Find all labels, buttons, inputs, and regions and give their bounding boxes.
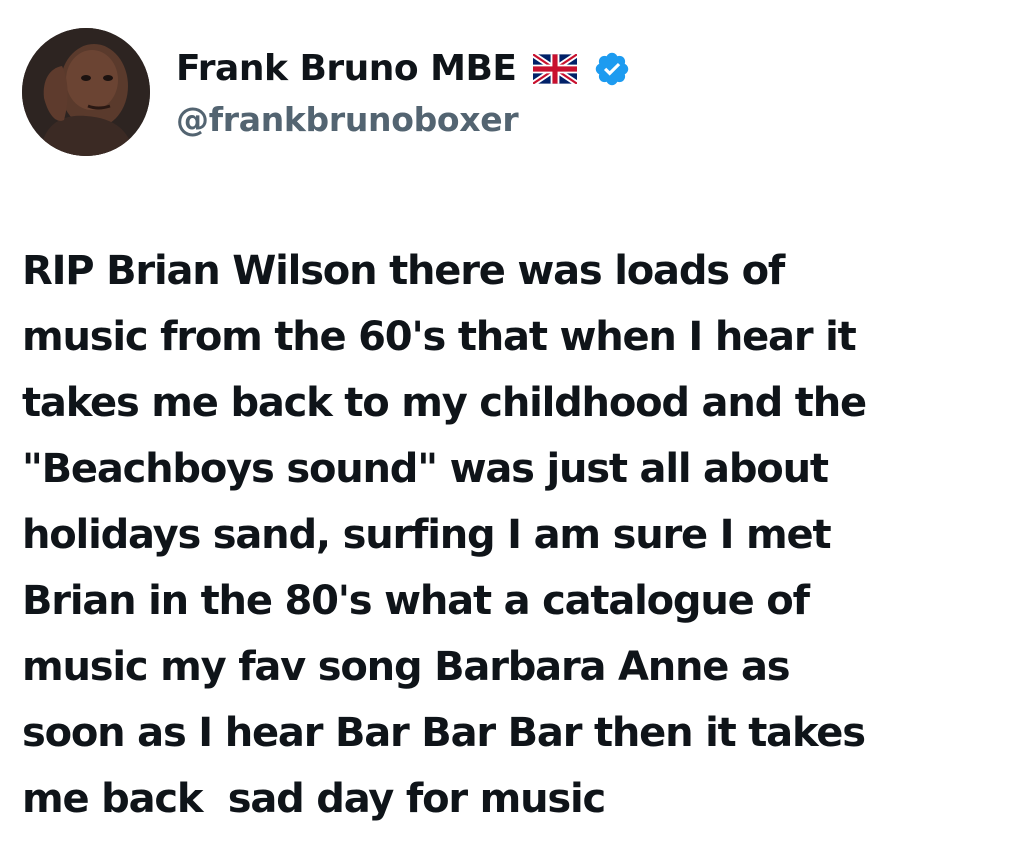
tweet-line: RIP Brian Wilson there was loads of	[22, 248, 785, 294]
tweet-line: takes me back to my childhood and the	[22, 380, 867, 426]
author-display-name[interactable]: Frank Bruno MBE	[176, 48, 517, 89]
tweet-line: music from the 60's that when I hear it	[22, 314, 857, 360]
name-row: Frank Bruno MBE	[176, 46, 631, 92]
tweet-header: Frank Bruno MBE @frankbrunoboxer	[22, 28, 631, 156]
tweet: Frank Bruno MBE @frankbrunoboxer RIP Bri…	[0, 0, 1010, 856]
tweet-line: holidays sand, surfing I am sure I met	[22, 512, 832, 558]
verified-badge-icon	[593, 50, 631, 88]
tweet-line: me back sad day for music	[22, 776, 606, 822]
avatar[interactable]	[22, 28, 150, 156]
tweet-line: Brian in the 80's what a catalogue of	[22, 578, 810, 624]
uk-flag-icon	[530, 51, 579, 86]
tweet-line: soon as I hear Bar Bar Bar then it takes	[22, 710, 866, 756]
author-identity: Frank Bruno MBE @frankbrunoboxer	[176, 46, 631, 139]
tweet-text: RIP Brian Wilson there was loads of musi…	[22, 238, 997, 832]
author-handle[interactable]: @frankbrunoboxer	[176, 100, 631, 139]
tweet-line: "Beachboys sound" was just all about	[22, 446, 829, 492]
tweet-line: music my fav song Barbara Anne as	[22, 644, 791, 690]
